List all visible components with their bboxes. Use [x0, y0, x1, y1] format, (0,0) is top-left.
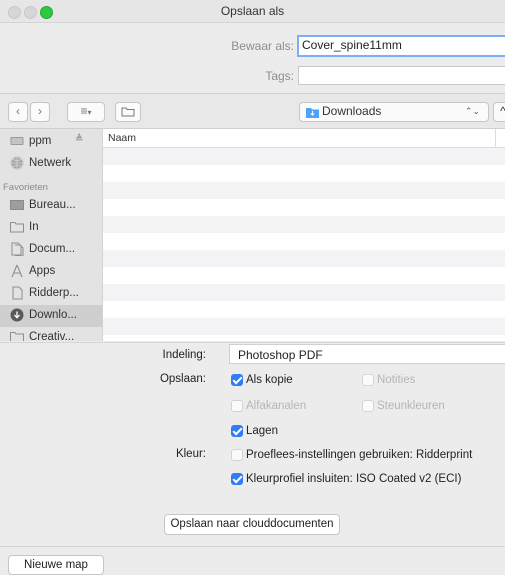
proof-setup-checkbox[interactable]: [231, 449, 243, 461]
new-folder-button[interactable]: Nieuwe map: [8, 555, 104, 575]
embed-icc-label: Kleurprofiel insluiten: ISO Coated v2 (E…: [246, 473, 462, 485]
sidebar-item-label: Netwerk: [29, 157, 72, 169]
sidebar-item-documenten[interactable]: Docum...: [0, 239, 102, 261]
folder-icon: [10, 332, 24, 341]
list-row: [103, 165, 505, 182]
save-options-label: Opslaan:: [159, 373, 206, 385]
format-select[interactable]: Photoshop PDF: [229, 344, 505, 364]
notes-checkbox[interactable]: [362, 374, 374, 386]
sidebar-item-downloads[interactable]: Downlo...: [0, 305, 102, 327]
apps-icon: [11, 264, 23, 278]
format-label: Indeling:: [162, 349, 206, 361]
folder-outline-icon: [121, 107, 135, 117]
list-row: [103, 250, 505, 267]
eject-icon[interactable]: ≜: [75, 134, 83, 145]
sidebar-item-ridderprint[interactable]: Ridderp...: [0, 283, 102, 305]
notes-label: Notities: [377, 374, 416, 386]
sidebar-item-label: Creativ...: [29, 331, 75, 341]
sidebar: ppm ≜ Netwerk Favorieten Bureau... In Do…: [0, 129, 103, 341]
list-row: [103, 233, 505, 250]
file-icon: [12, 286, 23, 300]
updown-chevron-icon: ⌃⌄: [464, 106, 480, 116]
new-folder-toolbar-button[interactable]: [115, 102, 141, 122]
list-row: [103, 216, 505, 233]
layers-checkbox[interactable]: [231, 425, 243, 437]
location-popup[interactable]: Downloads ⌃⌄: [299, 102, 489, 122]
sidebar-item-label: Ridderp...: [29, 287, 79, 299]
embed-icc-checkbox[interactable]: [231, 473, 243, 485]
list-row: [103, 301, 505, 318]
browser-toolbar: ‹ › ≡▾ Downloads ⌃⌄ ^: [0, 94, 505, 129]
downloads-folder-icon: [306, 108, 319, 118]
filename-input[interactable]: Cover_spine11mm: [297, 35, 505, 57]
list-row: [103, 318, 505, 335]
sidebar-item-in[interactable]: In: [0, 217, 102, 239]
sidebar-item-label: ppm: [29, 135, 52, 147]
folder-icon: [10, 222, 24, 233]
sidebar-item-ppm[interactable]: ppm ≜: [0, 131, 102, 153]
chevron-right-icon: ›: [38, 104, 42, 118]
location-label: Downloads: [322, 104, 382, 118]
desktop-icon: [10, 200, 24, 210]
spot-colors-label: Steunkleuren: [377, 400, 445, 412]
as-copy-label: Als kopie: [246, 374, 293, 386]
list-row: [103, 284, 505, 301]
document-icon: [11, 242, 24, 256]
chevron-left-icon: ‹: [16, 104, 20, 118]
list-row: [103, 335, 505, 341]
list-view-icon: ≡: [80, 104, 88, 118]
sidebar-item-label: Downlo...: [29, 309, 77, 321]
chevron-up-icon: ^: [500, 104, 505, 118]
sidebar-item-label: Docum...: [29, 243, 76, 255]
globe-icon: [10, 156, 24, 170]
save-as-label: Bewaar als:: [231, 39, 294, 53]
column-header-label: Naam: [108, 132, 137, 144]
back-button[interactable]: ‹: [8, 102, 28, 122]
window-title: Opslaan als: [220, 4, 285, 18]
tags-input[interactable]: [298, 66, 505, 85]
sidebar-item-creative[interactable]: Creativ...: [0, 327, 102, 341]
spot-colors-checkbox[interactable]: [362, 400, 374, 412]
download-icon: [10, 308, 24, 322]
bottom-bar: Nieuwe map: [0, 546, 505, 575]
layers-label: Lagen: [246, 425, 278, 437]
save-as-pane: Bewaar als: Cover_spine11mm Tags:: [0, 23, 505, 94]
divider: [0, 342, 505, 343]
sidebar-item-netwerk[interactable]: Netwerk: [0, 153, 102, 175]
favorites-header: Favorieten: [3, 182, 48, 193]
as-copy-checkbox[interactable]: [231, 374, 243, 386]
column-divider: [495, 129, 496, 147]
alpha-channels-label: Alfakanalen: [246, 400, 307, 412]
column-header-name[interactable]: Naam: [103, 129, 505, 148]
proof-setup-label: Proeflees-instellingen gebruiken: Ridder…: [246, 449, 473, 461]
alpha-channels-checkbox[interactable]: [231, 400, 243, 412]
sidebar-item-label: In: [29, 221, 39, 233]
sidebar-item-apps[interactable]: Apps: [0, 261, 102, 283]
save-to-cloud-button[interactable]: Opslaan naar clouddocumenten: [164, 514, 340, 535]
sidebar-item-bureaublad[interactable]: Bureau...: [0, 195, 102, 217]
title-bar: Opslaan als: [0, 0, 505, 23]
view-options-button[interactable]: ≡▾: [67, 102, 105, 122]
file-list[interactable]: Naam: [103, 129, 505, 341]
list-row: [103, 148, 505, 165]
expand-collapse-button[interactable]: ^: [493, 102, 505, 122]
list-row: [103, 267, 505, 284]
chevron-down-icon: ▾: [87, 108, 92, 117]
sidebar-item-label: Bureau...: [29, 199, 76, 211]
sidebar-item-label: Apps: [29, 265, 56, 277]
list-row: [103, 182, 505, 199]
color-label: Kleur:: [175, 448, 206, 460]
list-row: [103, 199, 505, 216]
forward-button[interactable]: ›: [30, 102, 50, 122]
tags-label: Tags:: [265, 69, 294, 83]
disk-icon: [10, 137, 24, 145]
